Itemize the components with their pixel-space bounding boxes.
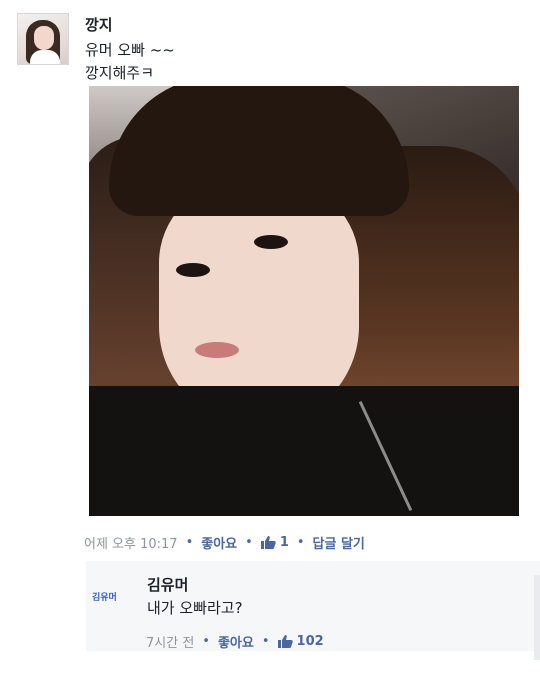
commenter-avatar[interactable] xyxy=(17,13,69,65)
separator-dot: • xyxy=(261,634,270,649)
separator-dot: • xyxy=(202,634,210,649)
like-count[interactable]: 1 xyxy=(280,535,289,550)
scrollbar-edge[interactable] xyxy=(534,575,540,660)
comment-timestamp[interactable]: 어제 오후 10:17 xyxy=(84,533,178,552)
photo-eye-left xyxy=(176,263,210,277)
comment-text-line-2: 깡지해주ㅋ xyxy=(85,64,155,82)
reply-like-button[interactable]: 좋아요 xyxy=(218,632,254,651)
comment-meta: 어제 오후 10:17 • 좋아요 • 1 • 답글 달기 xyxy=(84,533,365,552)
reply-author[interactable]: 김유머 xyxy=(147,574,188,595)
comment-text-line-1: 유머 오빠 ~~ xyxy=(85,41,175,59)
attached-photo[interactable] xyxy=(89,86,519,516)
like-button[interactable]: 좋아요 xyxy=(201,533,237,552)
comment-author[interactable]: 깡지 xyxy=(85,14,113,35)
separator-dot: • xyxy=(185,535,194,550)
reply-button[interactable]: 답글 달기 xyxy=(313,533,365,552)
reply-avatar[interactable]: 김유머 xyxy=(92,590,132,604)
photo-eye-right xyxy=(254,235,288,249)
reply-text: 내가 오빠라고? xyxy=(147,599,243,617)
reply-meta: 7시간 전 • 좋아요 • 102 xyxy=(146,632,324,651)
separator-dot: • xyxy=(245,535,253,550)
photo-lips xyxy=(195,342,239,358)
avatar-face xyxy=(34,26,54,50)
separator-dot: • xyxy=(296,535,305,550)
reply-like-count[interactable]: 102 xyxy=(297,634,324,649)
reply-like-thumb-icon[interactable] xyxy=(277,635,293,648)
avatar-body xyxy=(30,50,60,64)
photo-hair-top xyxy=(109,86,409,216)
reply-timestamp[interactable]: 7시간 전 xyxy=(146,632,194,651)
photo-jacket xyxy=(89,386,519,516)
like-thumb-icon[interactable] xyxy=(260,536,276,549)
